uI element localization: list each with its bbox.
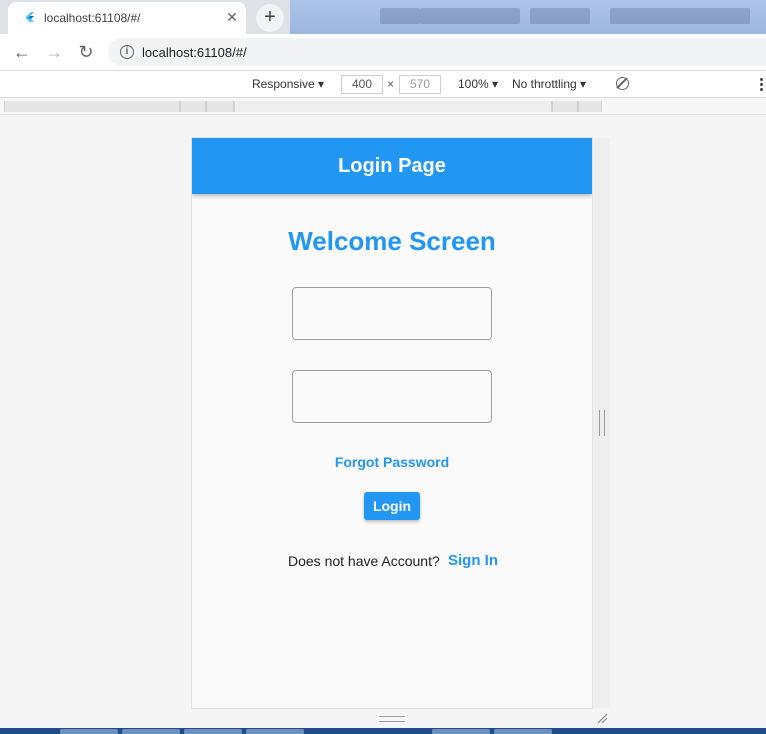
width-input[interactable]: 400 [341,75,383,94]
zoom-label: 100% [458,77,489,91]
ruler-segment[interactable] [180,101,206,112]
blurred-item [610,8,750,24]
account-prompt-row: Does not have Account? Sign In [288,552,508,572]
dimension-separator: × [387,77,395,91]
tab-title: localhost:61108/#/ [44,11,141,25]
sign-in-link[interactable]: Sign In [448,552,498,569]
zoom-select[interactable]: 100% ▾ [458,77,498,91]
ruler-segment[interactable] [4,101,180,112]
new-tab-button[interactable]: + [256,4,284,32]
browser-toolbar: ← → ↻ i localhost:61108/#/ [0,34,766,70]
blurred-item [420,8,520,24]
no-account-text: Does not have Account? [288,553,440,569]
device-toolbar: Responsive ▾ 400 × 570 100% ▾ No throttl… [0,70,766,98]
taskbar-item[interactable] [494,729,552,734]
blurred-item [530,8,590,24]
tab-strip: localhost:61108/#/ ✕ + [0,0,766,34]
resize-corner-icon[interactable] [596,712,608,724]
resize-handle-right[interactable] [599,410,605,436]
username-input[interactable] [293,288,491,339]
welcome-heading: Welcome Screen [288,226,496,256]
ruler-segment[interactable] [206,101,234,112]
browser-tab[interactable]: localhost:61108/#/ ✕ [8,2,246,34]
taskbar-item[interactable] [184,729,242,734]
resize-handle-bottom[interactable] [379,716,405,722]
taskbar-item[interactable] [122,729,180,734]
emulated-device-viewport: Login Page Welcome Screen Forgot Passwor… [192,138,592,708]
height-input[interactable]: 570 [399,75,441,94]
login-button[interactable]: Login [364,492,420,520]
ruler-segment[interactable] [578,101,602,112]
ruler-segment[interactable] [552,101,578,112]
info-icon[interactable]: i [120,45,134,59]
media-query-ruler [0,98,766,115]
os-taskbar [0,728,766,734]
throttling-select[interactable]: No throttling ▾ [512,77,586,91]
forgot-password-link[interactable]: Forgot Password [192,454,592,470]
more-options-icon[interactable] [760,78,764,92]
device-mode-select[interactable]: Responsive ▾ [252,77,324,91]
address-bar[interactable]: i localhost:61108/#/ [108,38,766,66]
page-title: Login Page [338,155,446,177]
ruler-segment[interactable] [234,101,552,112]
url-text[interactable]: localhost:61108/#/ [142,45,247,60]
back-icon[interactable]: ← [10,40,34,64]
close-icon[interactable]: ✕ [224,9,240,25]
reload-icon[interactable]: ↻ [74,40,98,64]
device-mode-label: Responsive [252,77,315,91]
flutter-icon [25,12,34,22]
blurred-item [380,8,420,24]
username-field[interactable] [292,287,492,340]
taskbar-item[interactable] [432,729,490,734]
rotate-icon[interactable] [616,77,629,90]
forward-icon[interactable]: → [42,40,66,64]
throttling-label: No throttling [512,77,577,91]
password-input[interactable] [293,371,491,422]
taskbar-item[interactable] [246,729,304,734]
taskbar-item[interactable] [60,729,118,734]
password-field[interactable] [292,370,492,423]
background-windows [290,0,766,34]
app-bar: Login Page [192,138,592,194]
